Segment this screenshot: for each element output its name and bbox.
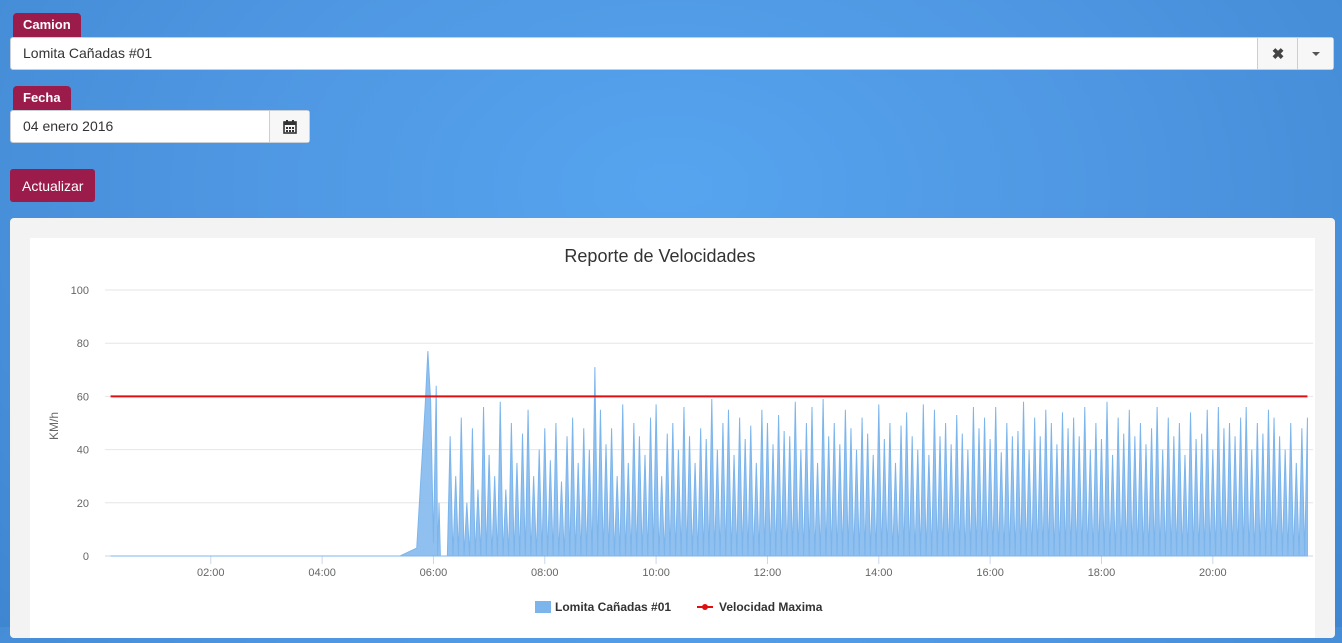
calendar-icon [282,119,297,134]
date-label: Fecha [13,86,71,110]
speed-chart-svg: Reporte de Velocidades 0 20 40 60 80 100 02:0… [47,246,1313,614]
truck-select[interactable]: Lomita Cañadas #01 ✖ [10,37,1334,70]
x-tick-label: 02:00 [197,567,225,579]
x-tick-label: 14:00 [865,567,893,579]
legend-item-max[interactable]: Velocidad Maxima [719,600,823,614]
x-tick-label: 10:00 [642,567,670,579]
legend-swatch-speed [535,601,551,613]
update-button[interactable]: Actualizar [10,169,96,202]
chart-panel: Reporte de Velocidades 0 20 40 60 80 100 02:0… [10,218,1335,638]
chart-legend: Lomita Cañadas #01 Velocidad Maxima [535,600,823,614]
truck-label: Camion [13,13,81,37]
speed-chart: Reporte de Velocidades 0 20 40 60 80 100 02:0… [30,238,1315,638]
y-tick-label: 0 [83,551,89,563]
y-tick-label: 80 [77,338,89,350]
y-tick-label: 40 [77,445,89,457]
x-tick-label: 18:00 [1088,567,1116,579]
calendar-button[interactable] [269,111,309,142]
y-tick-label: 100 [71,285,89,297]
legend-item-speed[interactable]: Lomita Cañadas #01 [555,600,671,614]
x-tick-label: 16:00 [976,567,1004,579]
close-icon[interactable]: ✖ [1257,38,1298,69]
y-tick-label: 60 [77,391,89,403]
x-tick-label: 06:00 [420,567,448,579]
x-tick-label: 12:00 [754,567,782,579]
date-field-value: 04 enero 2016 [23,118,114,134]
x-tick-label: 20:00 [1199,567,1227,579]
chart-title: Reporte de Velocidades [564,246,755,266]
truck-select-value: Lomita Cañadas #01 [23,45,153,61]
x-tick-label: 08:00 [531,567,559,579]
date-field[interactable]: 04 enero 2016 [10,110,310,143]
chevron-down-icon[interactable] [1297,38,1333,69]
legend-marker-max [702,604,708,610]
x-tick-label: 04:00 [308,567,336,579]
y-tick-label: 20 [77,498,89,510]
series-area-speed [110,351,1308,557]
y-axis-label: KM/h [47,412,61,440]
